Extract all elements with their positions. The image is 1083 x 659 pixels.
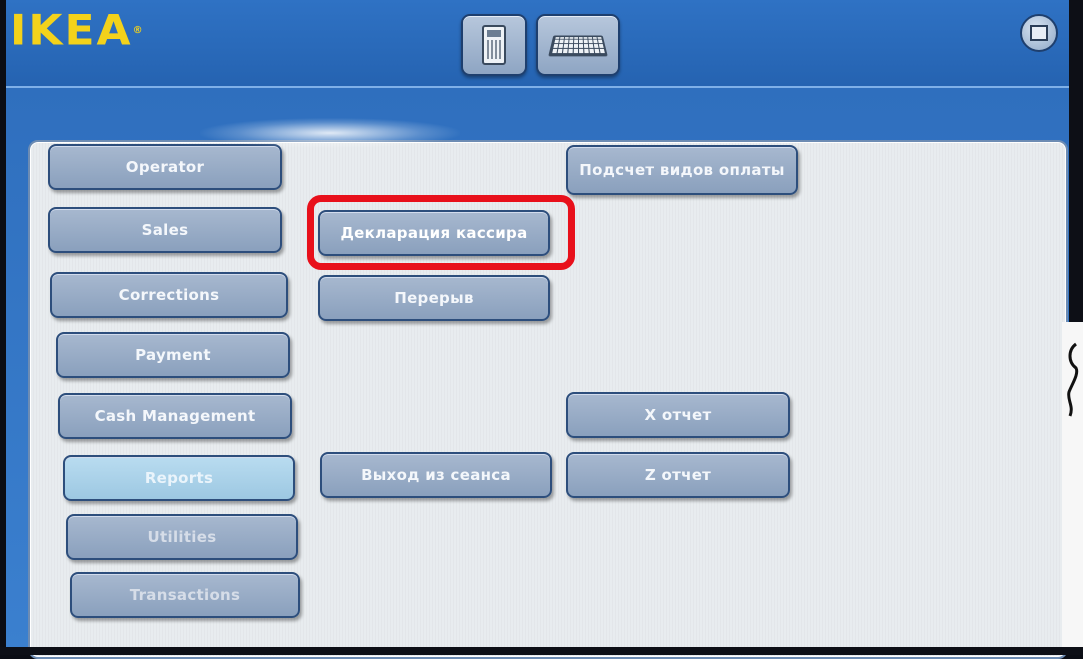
menu-reports-button[interactable]: Reports [63, 455, 295, 501]
cashier-declaration-button[interactable]: Декларация кассира [318, 210, 550, 256]
menu-cash-management-button[interactable]: Cash Management [58, 393, 292, 439]
menu-payment-button[interactable]: Payment [56, 332, 290, 378]
x-report-button[interactable]: X отчет [566, 392, 790, 438]
break-button[interactable]: Перерыв [318, 275, 550, 321]
payment-types-count-button[interactable]: Подсчет видов оплаты [566, 145, 798, 195]
calculator-button[interactable] [461, 14, 527, 76]
keyboard-button[interactable] [536, 14, 620, 76]
z-report-button[interactable]: Z отчет [566, 452, 790, 498]
menu-sales-button[interactable]: Sales [48, 207, 282, 253]
logout-session-button[interactable]: Выход из сеанса [320, 452, 552, 498]
menu-corrections-button[interactable]: Corrections [50, 272, 288, 318]
photo-bottom-edge [0, 647, 1083, 655]
menu-utilities-button[interactable]: Utilities [66, 514, 298, 560]
menu-transactions-button[interactable]: Transactions [70, 572, 300, 618]
display-icon[interactable] [1020, 14, 1058, 52]
calculator-icon [482, 25, 506, 65]
top-bar: IKEA® [6, 0, 1070, 88]
paper-scribble [1067, 342, 1079, 417]
menu-operator-button[interactable]: Operator [48, 144, 282, 190]
keyboard-icon [548, 35, 608, 57]
ikea-logo: IKEA® [10, 6, 145, 55]
